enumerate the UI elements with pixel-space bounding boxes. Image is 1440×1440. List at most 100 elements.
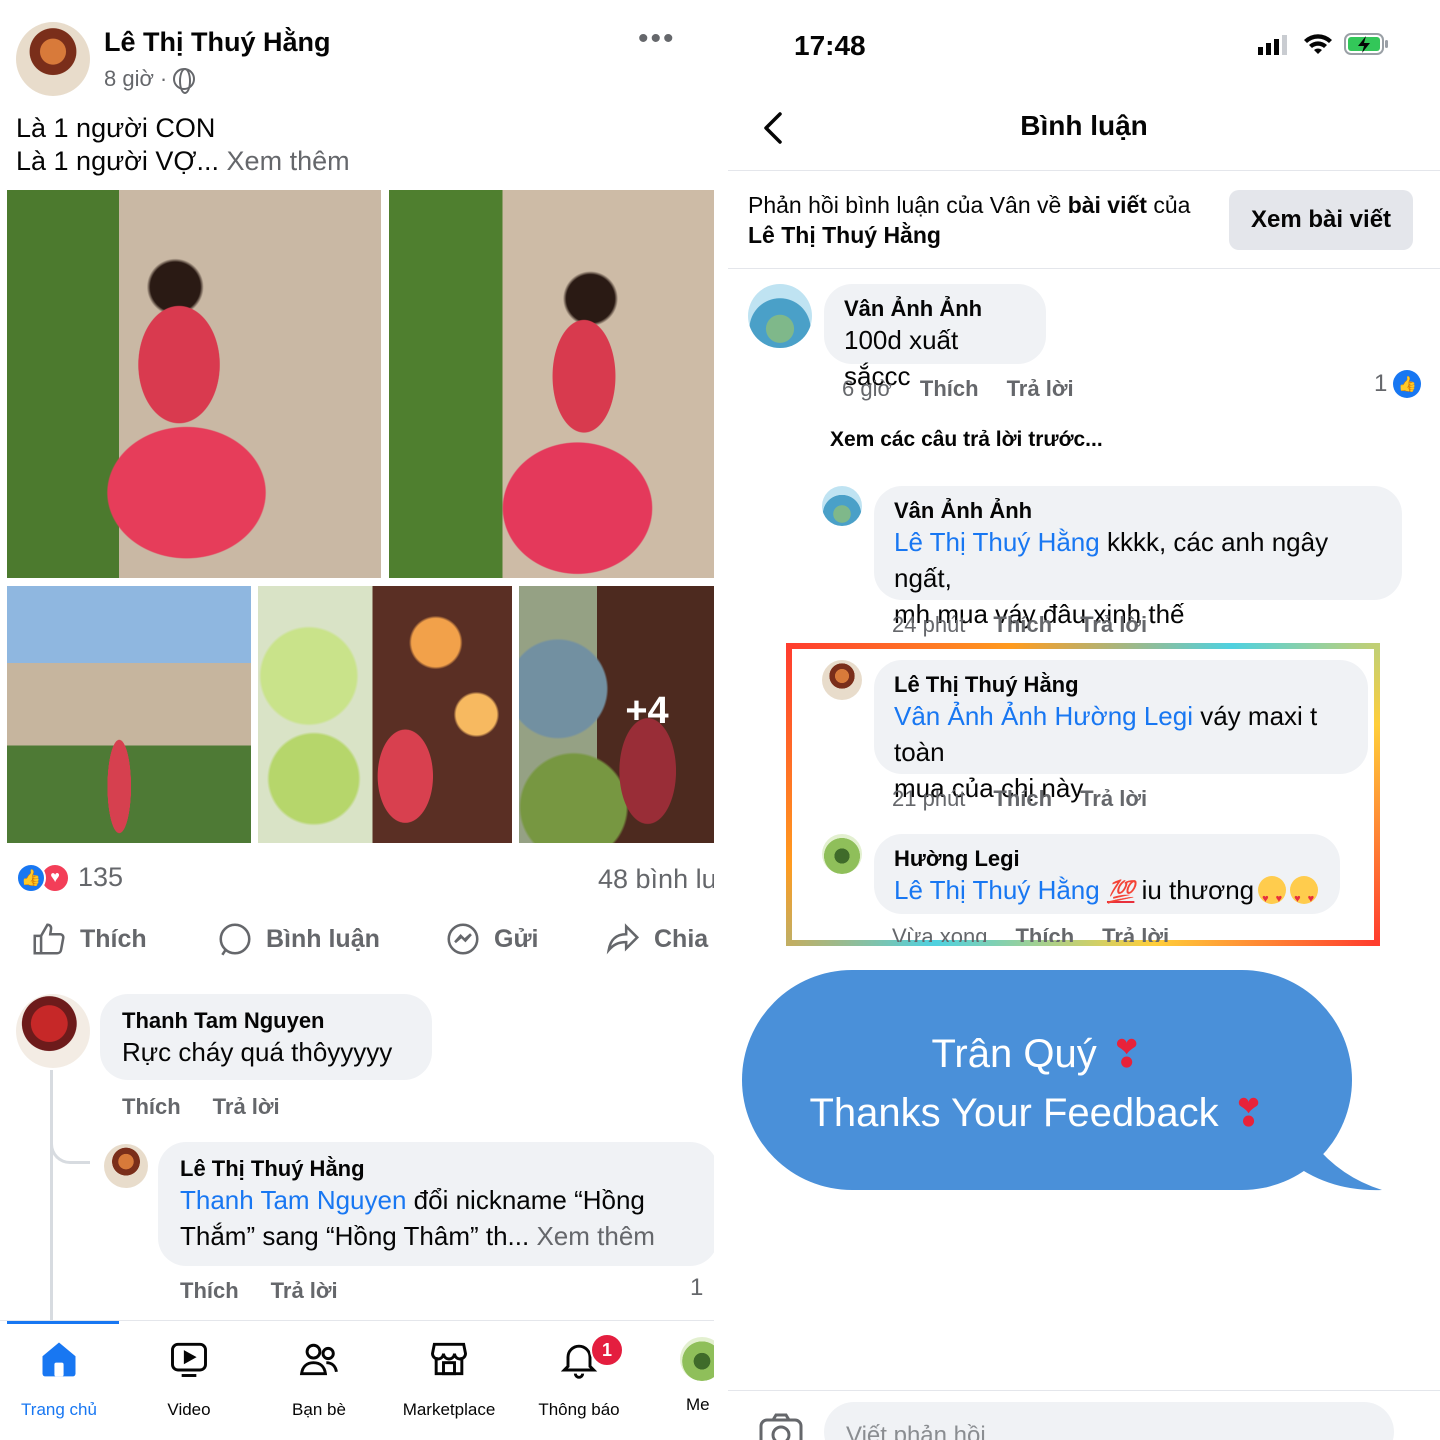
reply-bubble: Hường Legi Lê Thị Thuý Hằng 💯 iu thương <box>874 834 1340 917</box>
header-divider <box>728 170 1440 171</box>
comment-actions: 6 giờ Thích Trả lời <box>842 376 1074 402</box>
heart-eyes-emoji <box>1290 876 1319 917</box>
comment-reply-button[interactable]: Trả lời <box>213 1094 280 1120</box>
reply-bubble: Lê Thị Thuý Hằng Thanh Tam Nguyen đổi ni… <box>158 1142 714 1266</box>
tab-home[interactable]: Trang chủ <box>0 1337 124 1420</box>
tab-label-menu: Me <box>686 1395 710 1414</box>
view-post-button[interactable]: Xem bài viết <box>1229 190 1413 250</box>
comment-like-count: 1 👍 <box>1374 370 1422 398</box>
reply-actions: Vừa xong Thích Trả lời <box>892 924 1169 942</box>
more-photos-count[interactable]: +4 <box>519 690 714 733</box>
reply-see-more[interactable]: Xem thêm <box>536 1221 655 1251</box>
comment-button[interactable]: Bình luận <box>216 920 380 958</box>
like-label: Thích <box>80 924 147 953</box>
reply-reply-button[interactable]: Trả lời <box>1080 612 1147 638</box>
reply-like-button[interactable]: Thích <box>993 786 1052 812</box>
share-button[interactable]: Chia s <box>604 920 714 958</box>
tab-video[interactable]: Video <box>124 1337 254 1420</box>
reply-like-button[interactable]: Thích <box>993 612 1052 638</box>
profile-avatar <box>680 1337 714 1381</box>
thank-you-line-1: Trân Quý <box>931 1032 1097 1076</box>
post-photo-1[interactable] <box>7 190 381 578</box>
mention-link[interactable]: Lê Thị Thuý Hằng <box>894 875 1100 905</box>
reply-like-button[interactable]: Thích <box>1015 924 1074 942</box>
reply-time: 24 phút <box>892 612 966 637</box>
reply-avatar[interactable] <box>104 1144 148 1188</box>
reply-author[interactable]: Vân Ảnh Ảnh <box>894 498 1382 524</box>
globe-icon <box>173 68 196 94</box>
reply-text-1: đổi nickname “Hồng <box>406 1185 645 1215</box>
tab-label-marketplace: Marketplace <box>402 1400 496 1419</box>
post-photo-2[interactable] <box>389 190 714 578</box>
post-author[interactable]: Lê Thị Thuý Hằng <box>104 27 331 58</box>
reply-actions: Thích Trả lời <box>180 1278 338 1304</box>
reply-avatar[interactable] <box>822 660 862 700</box>
post-line-2: Là 1 người VỢ... <box>16 146 220 176</box>
commenter-avatar[interactable] <box>748 284 812 348</box>
author-avatar[interactable] <box>16 22 90 96</box>
reply-time: Vừa xong <box>892 924 988 942</box>
reply-time: 21 phút <box>892 786 966 811</box>
send-label: Gửi <box>494 924 539 953</box>
more-options-icon[interactable]: ••• <box>638 22 676 56</box>
send-button[interactable]: Gửi <box>444 920 539 958</box>
comment-count[interactable]: 48 bình lu <box>598 864 714 895</box>
reply-avatar[interactable] <box>822 834 862 874</box>
tab-label-home: Trang chủ <box>21 1400 97 1419</box>
reply-actions: 21 phút Thích Trả lời <box>892 786 1147 812</box>
like-reaction-icon: 👍 <box>16 862 46 893</box>
share-label: Chia s <box>654 924 714 953</box>
heart-exclamation-icon: ❣ <box>1110 1034 1143 1076</box>
reply-author[interactable]: Lê Thị Thuý Hằng <box>180 1156 696 1182</box>
reply-input[interactable]: Viết phản hồi... <box>824 1402 1394 1440</box>
post-panel: Lê Thị Thuý Hằng 8 giờ · ••• Là 1 người … <box>0 0 714 1440</box>
post-time: 8 giờ <box>104 66 154 91</box>
see-more-link[interactable]: Xem thêm <box>227 146 350 176</box>
comment-reply-button[interactable]: Trả lời <box>1007 376 1074 402</box>
reaction-summary[interactable]: 👍 ♥ 135 <box>16 862 123 893</box>
thread-line <box>50 1070 53 1320</box>
reply-reply-button[interactable]: Trả lời <box>271 1278 338 1304</box>
like-count-value: 1 <box>1374 370 1388 397</box>
tab-label-friends: Bạn bè <box>292 1400 346 1419</box>
post-photo-4[interactable] <box>258 586 512 843</box>
mention-link[interactable]: Vân Ảnh Ảnh Hường Legi <box>894 701 1193 731</box>
like-button[interactable]: Thích <box>30 920 147 958</box>
wifi-icon <box>1304 34 1332 54</box>
friends-icon <box>299 1343 338 1376</box>
tab-marketplace[interactable]: Marketplace <box>384 1337 514 1420</box>
reply-like-button[interactable]: Thích <box>180 1278 239 1304</box>
reply-author[interactable]: Lê Thị Thuý Hằng <box>894 672 1348 698</box>
bottom-tab-bar: Trang chủ Video Bạn bè Marketplace 1 Thô… <box>0 1320 714 1440</box>
mention-link[interactable]: Lê Thị Thuý Hằng <box>894 527 1100 557</box>
reply-text-2: Thắm” sang “Hồng Thâm” th... <box>180 1221 530 1251</box>
reply-bubble: Lê Thị Thuý Hằng Vân Ảnh Ảnh Hường Legi … <box>874 660 1368 803</box>
status-time: 17:48 <box>794 30 866 61</box>
notification-badge: 1 <box>590 1333 624 1367</box>
tab-menu[interactable]: Me <box>652 1337 714 1415</box>
mention-link[interactable]: Thanh Tam Nguyen <box>180 1185 406 1215</box>
tab-friends[interactable]: Bạn bè <box>254 1337 384 1420</box>
comment-time: 6 giờ <box>842 376 892 401</box>
comment-author[interactable]: Thanh Tam Nguyen <box>122 1008 410 1034</box>
tab-notifications[interactable]: 1 Thông báo <box>514 1333 644 1420</box>
comment-like-button[interactable]: Thích <box>920 376 979 402</box>
comment-label: Bình luận <box>266 924 380 953</box>
heart-eyes-emoji <box>1258 876 1287 917</box>
post-photo-3[interactable] <box>7 586 251 843</box>
reply-avatar[interactable] <box>822 486 862 526</box>
status-icons <box>1258 32 1390 56</box>
reply-author[interactable]: Hường Legi <box>894 846 1320 872</box>
thumbs-up-icon <box>33 923 65 955</box>
share-arrow-icon <box>606 923 640 955</box>
reply-reply-button[interactable]: Trả lời <box>1102 924 1169 942</box>
commenter-avatar[interactable] <box>16 994 90 1068</box>
see-previous-replies[interactable]: Xem các câu trả lời trước... <box>830 428 1103 452</box>
comment-author[interactable]: Vân Ảnh Ảnh <box>844 296 1026 322</box>
like-reaction-icon: 👍 <box>1393 370 1422 398</box>
comment-actions: Thích Trả lời <box>122 1094 280 1120</box>
camera-icon[interactable] <box>758 1412 804 1440</box>
reply-like-count: 1 <box>690 1274 704 1301</box>
reply-reply-button[interactable]: Trả lời <box>1080 786 1147 812</box>
comment-like-button[interactable]: Thích <box>122 1094 181 1120</box>
